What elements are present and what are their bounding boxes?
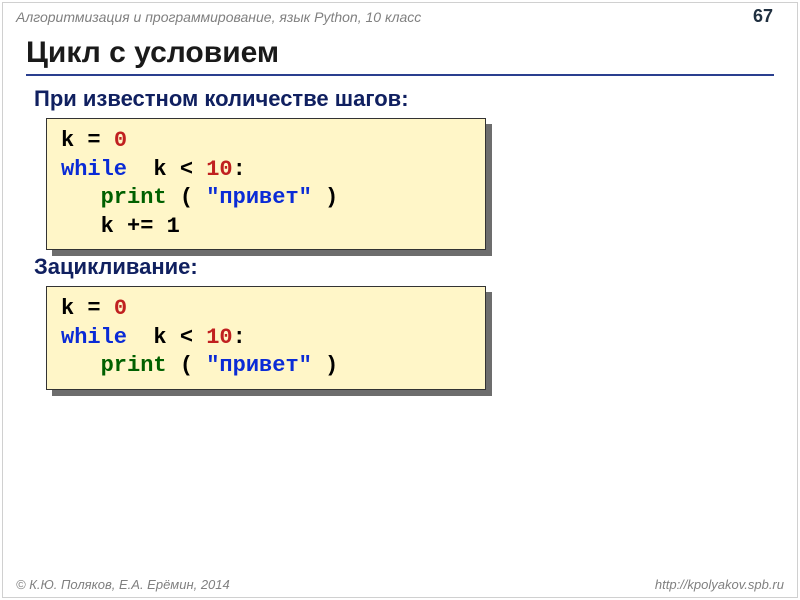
code-text: k < <box>127 325 206 350</box>
slide-title-wrap: Цикл с условием <box>26 36 774 76</box>
code-indent <box>61 185 101 210</box>
section-known-steps: При известном количестве шагов: k = 0 wh… <box>26 86 774 250</box>
slide-title: Цикл с условием <box>26 36 774 70</box>
course-title: Алгоритмизация и программирование, язык … <box>16 9 421 25</box>
page-number: 67 <box>742 4 784 28</box>
code-op: : <box>233 157 246 182</box>
slide: Алгоритмизация и программирование, язык … <box>0 0 800 600</box>
codebox-infinite: k = 0 while k < 10: print ( "привет" ) <box>46 286 486 390</box>
code-keyword: while <box>61 325 127 350</box>
code-function: print <box>101 185 167 210</box>
code-text: k += 1 <box>61 214 180 239</box>
code-number: 0 <box>114 128 127 153</box>
subhead-infinite: Зацикливание: <box>34 254 774 280</box>
code-op: ( <box>167 185 207 210</box>
header-bar: Алгоритмизация и программирование, язык … <box>12 6 788 32</box>
code-string: "привет" <box>206 353 312 378</box>
code-number: 10 <box>206 325 232 350</box>
code-number: 0 <box>114 296 127 321</box>
code-string: "привет" <box>206 185 312 210</box>
code-op: ) <box>312 353 338 378</box>
code-op: : <box>233 325 246 350</box>
code-function: print <box>101 353 167 378</box>
code-infinite: k = 0 while k < 10: print ( "привет" ) <box>46 286 486 390</box>
code-text: k < <box>127 157 206 182</box>
code-text: k = <box>61 128 114 153</box>
code-keyword: while <box>61 157 127 182</box>
code-op: ( <box>167 353 207 378</box>
code-text: k = <box>61 296 114 321</box>
code-indent <box>61 353 101 378</box>
code-number: 10 <box>206 157 232 182</box>
codebox-known-steps: k = 0 while k < 10: print ( "привет" ) k… <box>46 118 486 250</box>
subhead-known-steps: При известном количестве шагов: <box>34 86 774 112</box>
footer-url: http://kpolyakov.spb.ru <box>655 577 784 592</box>
section-infinite: Зацикливание: k = 0 while k < 10: print … <box>26 254 774 390</box>
footer-authors: © К.Ю. Поляков, Е.А. Ерёмин, 2014 <box>16 577 230 592</box>
code-op: ) <box>312 185 338 210</box>
code-known-steps: k = 0 while k < 10: print ( "привет" ) k… <box>46 118 486 250</box>
